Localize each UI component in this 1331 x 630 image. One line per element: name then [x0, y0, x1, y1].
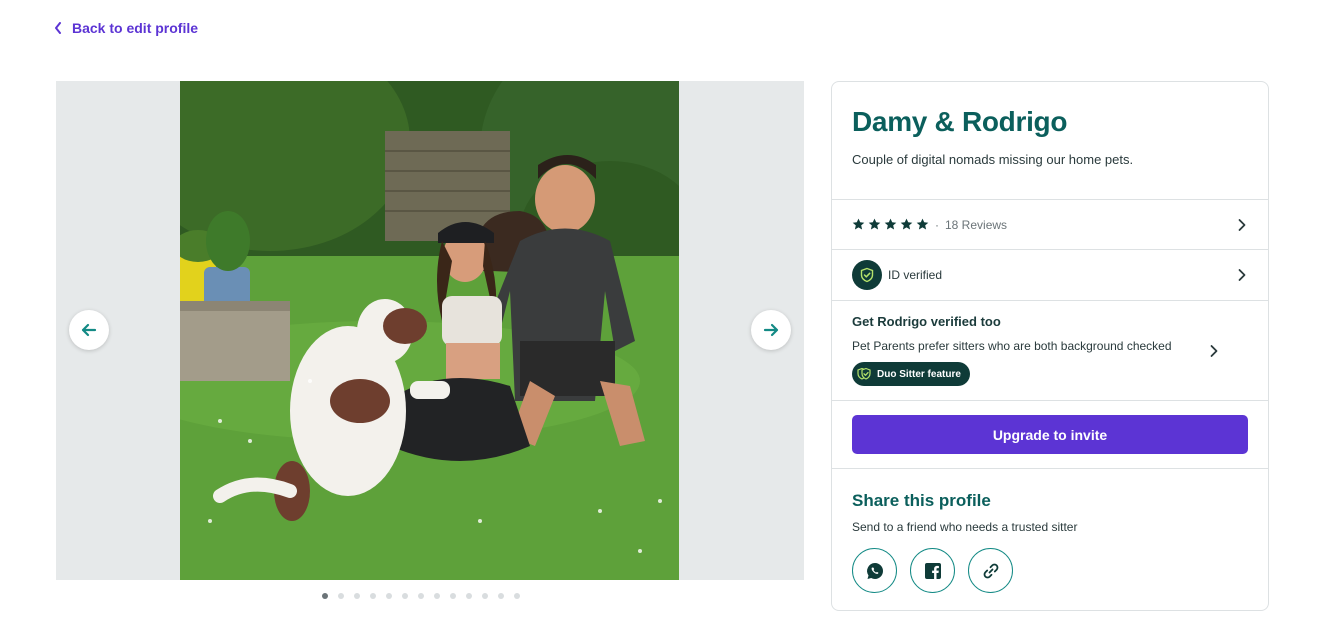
duo-verification-row[interactable]: Get Rodrigo verified too Pet Parents pre… — [832, 301, 1268, 401]
duo-subtitle: Pet Parents prefer sitters who are both … — [852, 339, 1172, 353]
share-facebook-button[interactable] — [910, 548, 955, 593]
profile-photo — [180, 81, 679, 580]
share-buttons — [852, 548, 1248, 593]
carousel-dot[interactable] — [434, 593, 440, 599]
carousel-dot[interactable] — [450, 593, 456, 599]
carousel-dot[interactable] — [338, 593, 344, 599]
garden-photo-image — [180, 81, 679, 580]
id-verified-label: ID verified — [888, 268, 943, 282]
carousel-dot[interactable] — [402, 593, 408, 599]
profile-header: Damy & Rodrigo Couple of digital nomads … — [832, 82, 1268, 200]
share-section: Share this profile Send to a friend who … — [832, 469, 1268, 612]
reviews-separator: · — [935, 217, 939, 232]
chevron-left-icon — [55, 22, 61, 34]
upgrade-to-invite-button[interactable]: Upgrade to invite — [852, 415, 1248, 454]
star-icon — [868, 218, 881, 230]
profile-card: Damy & Rodrigo Couple of digital nomads … — [831, 81, 1269, 611]
shield-check-icon — [852, 260, 882, 290]
share-subtitle: Send to a friend who needs a trusted sit… — [852, 520, 1078, 534]
next-photo-button[interactable] — [751, 310, 791, 350]
duo-badge-label: Duo Sitter feature — [877, 368, 961, 380]
star-icon — [852, 218, 865, 230]
carousel-dot[interactable] — [498, 593, 504, 599]
star-icon — [900, 218, 913, 230]
photo-carousel — [56, 81, 804, 580]
carousel-pagination — [322, 593, 520, 599]
double-shield-icon — [857, 367, 871, 380]
chevron-right-icon — [1210, 344, 1218, 357]
link-icon — [983, 563, 998, 578]
share-whatsapp-button[interactable] — [852, 548, 897, 593]
upgrade-section: Upgrade to invite — [832, 401, 1268, 469]
profile-tagline: Couple of digital nomads missing our hom… — [852, 152, 1134, 167]
arrow-right-icon — [763, 323, 779, 337]
facebook-icon — [924, 562, 941, 579]
share-title: Share this profile — [852, 491, 991, 510]
whatsapp-icon — [866, 562, 883, 579]
carousel-dot[interactable] — [466, 593, 472, 599]
back-to-edit-profile-link[interactable]: Back to edit profile — [54, 20, 198, 36]
chevron-right-icon — [1238, 218, 1246, 231]
carousel-dot[interactable] — [322, 593, 328, 599]
back-link-label: Back to edit profile — [72, 20, 199, 36]
carousel-dot[interactable] — [482, 593, 488, 599]
previous-photo-button[interactable] — [69, 310, 109, 350]
star-rating — [852, 218, 929, 231]
duo-sitter-badge: Duo Sitter feature — [852, 362, 970, 386]
duo-title: Get Rodrigo verified too — [852, 314, 1001, 329]
carousel-dot[interactable] — [514, 593, 520, 599]
chevron-right-icon — [1238, 269, 1246, 281]
profile-name: Damy & Rodrigo — [852, 106, 1068, 137]
reviews-count: 18 Reviews — [945, 217, 1008, 232]
star-icon — [884, 218, 897, 230]
carousel-dot[interactable] — [370, 593, 376, 599]
star-icon — [916, 218, 929, 230]
carousel-dot[interactable] — [354, 593, 360, 599]
reviews-row[interactable]: · 18 Reviews — [832, 200, 1268, 250]
carousel-dot[interactable] — [386, 593, 392, 599]
share-link-button[interactable] — [968, 548, 1013, 593]
carousel-dot[interactable] — [418, 593, 424, 599]
id-verified-row[interactable]: ID verified — [832, 250, 1268, 301]
arrow-left-icon — [81, 323, 97, 337]
